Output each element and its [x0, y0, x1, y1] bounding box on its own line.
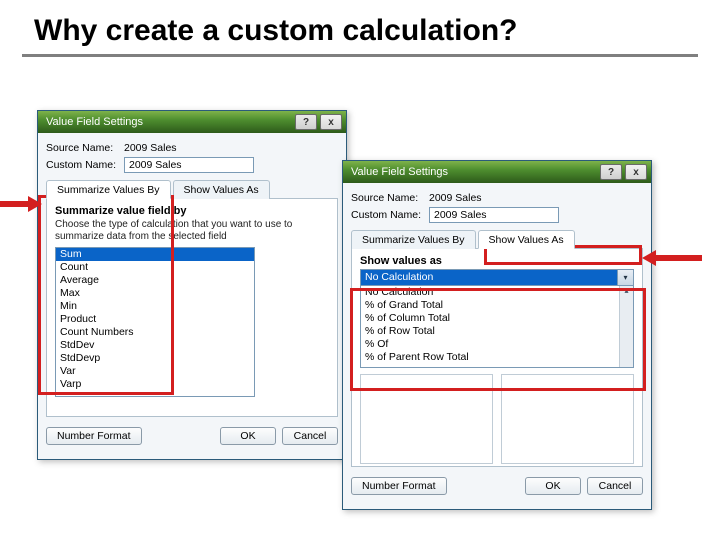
close-button[interactable]: x: [320, 114, 342, 130]
base-field-listbox[interactable]: [360, 374, 493, 464]
number-format-button[interactable]: Number Format: [351, 477, 447, 495]
tabstrip: Summarize Values By Show Values As: [351, 229, 643, 249]
cancel-button[interactable]: Cancel: [282, 427, 338, 445]
list-item[interactable]: Count: [56, 261, 254, 274]
source-name-value: 2009 Sales: [429, 192, 482, 204]
source-name-label: Source Name:: [46, 142, 124, 154]
show-values-as-dropdown-list[interactable]: No Calculation% of Grand Total% of Colum…: [360, 286, 634, 368]
number-format-button[interactable]: Number Format: [46, 427, 142, 445]
list-item[interactable]: StdDev: [56, 339, 254, 352]
list-item[interactable]: Count Numbers: [56, 326, 254, 339]
list-item[interactable]: Min: [56, 300, 254, 313]
tab-show-values-as[interactable]: Show Values As: [173, 180, 270, 199]
cancel-button[interactable]: Cancel: [587, 477, 643, 495]
chevron-down-icon[interactable]: ▾: [617, 270, 633, 285]
list-item[interactable]: Varp: [56, 378, 254, 391]
dialog-title: Value Field Settings: [46, 116, 143, 128]
custom-name-input[interactable]: [429, 207, 559, 223]
list-item[interactable]: Average: [56, 274, 254, 287]
list-item[interactable]: Var: [56, 365, 254, 378]
ok-button[interactable]: OK: [525, 477, 581, 495]
list-item[interactable]: No Calculation: [361, 286, 633, 299]
source-name-value: 2009 Sales: [124, 142, 177, 154]
tab-panel: Show values as No Calculation ▾ No Calcu…: [351, 249, 643, 467]
tab-show-values-as[interactable]: Show Values As: [478, 230, 575, 249]
arrow-icon: [0, 196, 42, 212]
tab-summarize-values-by[interactable]: Summarize Values By: [351, 230, 476, 249]
titlebar: Value Field Settings ? x: [38, 111, 346, 133]
list-item[interactable]: % of Grand Total: [361, 299, 633, 312]
section-description: Choose the type of calculation that you …: [55, 219, 329, 243]
list-item[interactable]: StdDevp: [56, 352, 254, 365]
calculation-listbox[interactable]: SumCountAverageMaxMinProductCount Number…: [55, 247, 255, 397]
combo-text: No Calculation: [361, 270, 617, 285]
list-item[interactable]: % Of: [361, 338, 633, 351]
custom-name-label: Custom Name:: [46, 159, 124, 171]
scrollbar[interactable]: [619, 286, 633, 367]
tab-panel: Summarize value field by Choose the type…: [46, 199, 338, 417]
list-item[interactable]: % of Column Total: [361, 312, 633, 325]
help-button[interactable]: ?: [295, 114, 317, 130]
list-item[interactable]: % of Row Total: [361, 325, 633, 338]
list-item[interactable]: Max: [56, 287, 254, 300]
help-button[interactable]: ?: [600, 164, 622, 180]
section-heading: Show values as: [360, 255, 634, 267]
dialog-value-field-settings-1: Value Field Settings ? x Source Name: 20…: [37, 110, 347, 460]
list-item[interactable]: Product: [56, 313, 254, 326]
list-item[interactable]: % of Parent Row Total: [361, 351, 633, 364]
dialog-value-field-settings-2: Value Field Settings ? x Source Name: 20…: [342, 160, 652, 510]
base-item-listbox[interactable]: [501, 374, 634, 464]
custom-name-label: Custom Name:: [351, 209, 429, 221]
slide-title: Why create a custom calculation?: [0, 0, 720, 54]
list-item[interactable]: Sum: [56, 248, 254, 261]
section-heading: Summarize value field by: [55, 205, 329, 217]
close-button[interactable]: x: [625, 164, 647, 180]
title-underline: [22, 54, 698, 57]
tabstrip: Summarize Values By Show Values As: [46, 179, 338, 199]
ok-button[interactable]: OK: [220, 427, 276, 445]
source-name-label: Source Name:: [351, 192, 429, 204]
tab-summarize-values-by[interactable]: Summarize Values By: [46, 180, 171, 199]
custom-name-input[interactable]: [124, 157, 254, 173]
show-values-as-combo[interactable]: No Calculation ▾: [360, 269, 634, 286]
dialog-title: Value Field Settings: [351, 166, 448, 178]
titlebar: Value Field Settings ? x: [343, 161, 651, 183]
